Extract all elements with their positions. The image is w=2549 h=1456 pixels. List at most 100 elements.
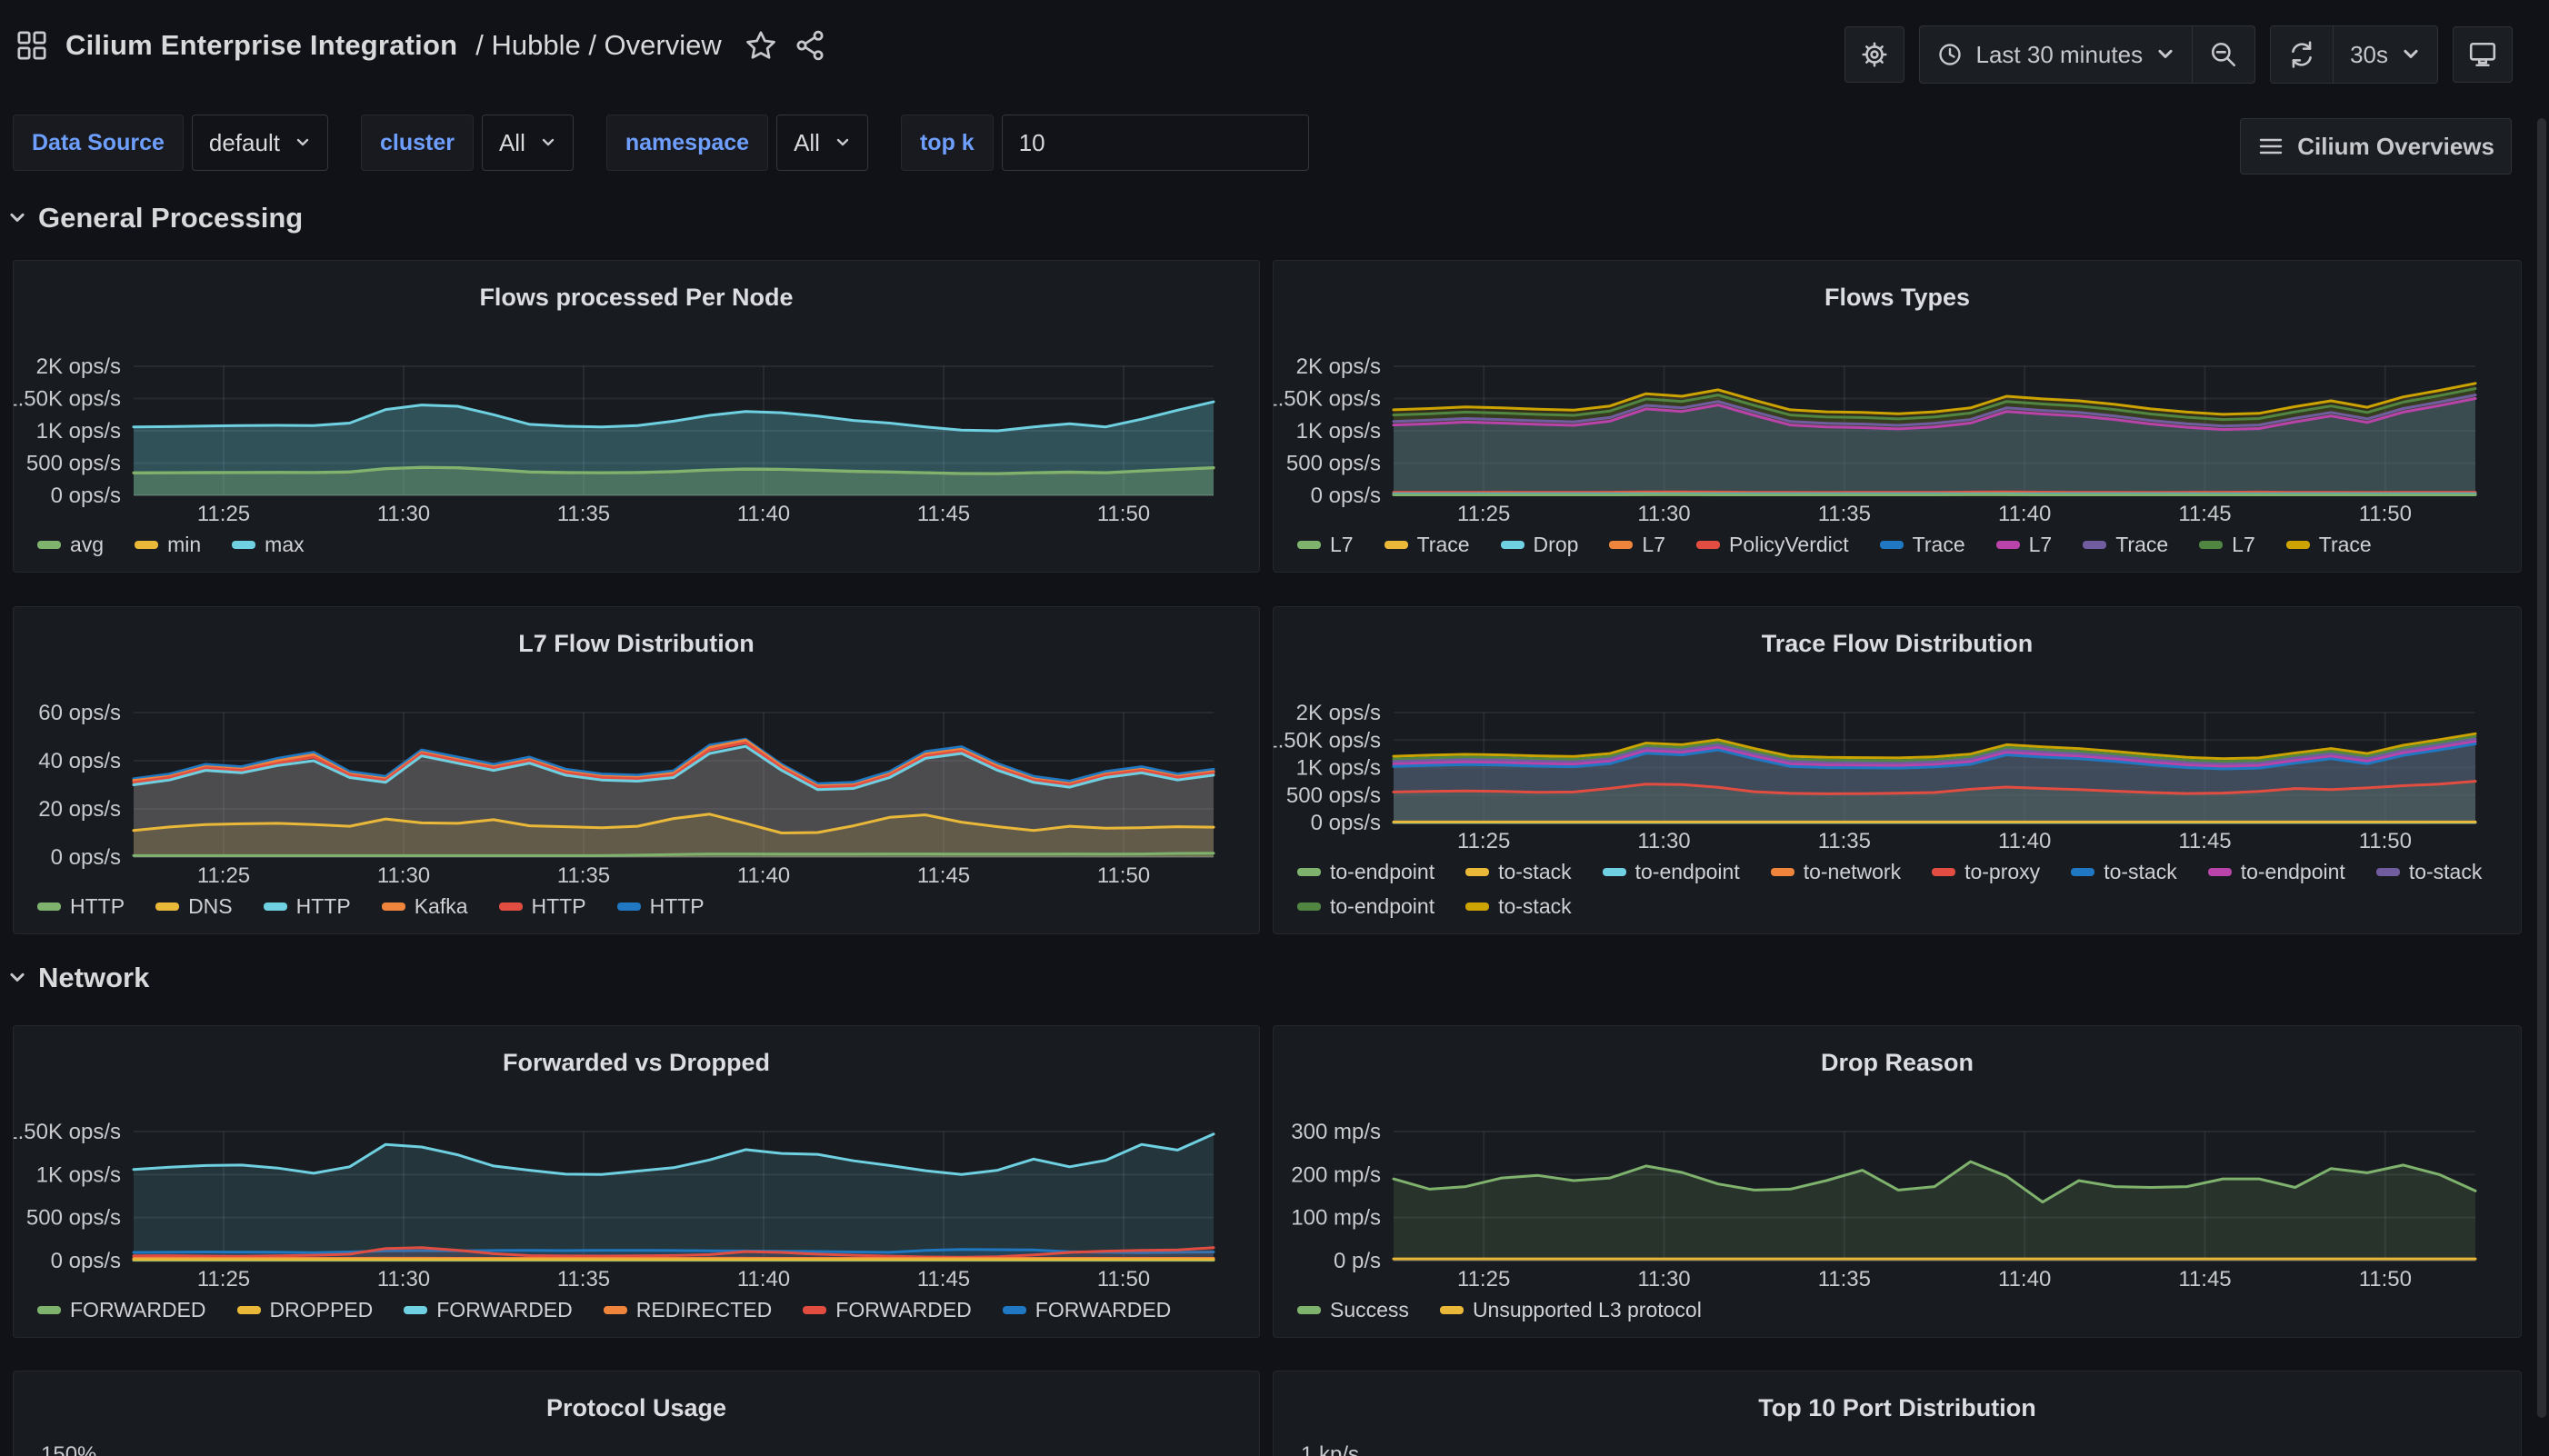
legend-label: to-stack (2104, 859, 2177, 884)
legend-item[interactable]: Success (1297, 1297, 1409, 1322)
legend-label: Kafka (415, 893, 468, 919)
refresh-button[interactable] (2271, 26, 2333, 83)
svg-text:300 mp/s: 300 mp/s (1291, 1120, 1381, 1144)
legend-label: min (167, 532, 201, 557)
dashboard-settings-button[interactable] (1844, 26, 1904, 83)
chart-area[interactable]: 11:2511:3011:3511:4011:4511:500 ops/s500… (1274, 669, 2521, 855)
chevron-down-icon (295, 135, 311, 151)
legend-item[interactable]: DNS (155, 893, 233, 919)
legend-item[interactable]: to-stack (2376, 859, 2483, 884)
panel-title[interactable]: Flows Types (1274, 261, 2521, 323)
legend-label: to-stack (1498, 893, 1572, 919)
time-range-picker[interactable]: Last 30 minutes (1920, 26, 2193, 83)
legend-swatch (1384, 541, 1408, 549)
legend-item[interactable]: PolicyVerdict (1696, 532, 1849, 557)
apps-grid-icon[interactable] (16, 30, 47, 61)
panel-title[interactable]: L7 Flow Distribution (14, 607, 1259, 669)
svg-text:11:40: 11:40 (1998, 829, 2051, 853)
panel-title[interactable]: Protocol Usage (14, 1371, 1259, 1433)
panel-title[interactable]: Trace Flow Distribution (1274, 607, 2521, 669)
legend-label: HTTP (650, 893, 705, 919)
legend-item[interactable]: min (135, 532, 201, 557)
legend-item[interactable]: to-network (1771, 859, 1901, 884)
gear-icon (1860, 40, 1889, 69)
svg-text:60 ops/s: 60 ops/s (38, 701, 121, 725)
legend-label: Success (1330, 1297, 1409, 1322)
legend-item[interactable]: Drop (1501, 532, 1579, 557)
legend-item[interactable]: L7 (1609, 532, 1665, 557)
y-tick-label: 1 kp/s (1301, 1442, 1359, 1456)
legend-swatch (1771, 868, 1794, 876)
legend-label: FORWARDED (70, 1297, 206, 1322)
legend-item[interactable]: FORWARDED (404, 1297, 573, 1322)
legend-swatch (37, 1306, 61, 1314)
panel-protocol-usage: Protocol Usage 150% (13, 1371, 1260, 1456)
zoom-out-button[interactable] (2193, 26, 2254, 83)
namespace-dropdown[interactable]: All (776, 115, 868, 171)
legend-item[interactable]: FORWARDED (803, 1297, 972, 1322)
legend-item[interactable]: HTTP (617, 893, 705, 919)
chart-area[interactable]: 11:2511:3011:3511:4011:4511:500 ops/s500… (1274, 323, 2521, 528)
chart-area[interactable] (14, 1433, 1259, 1456)
chart-area[interactable]: 11:2511:3011:3511:4011:4511:500 ops/s20 … (14, 669, 1259, 890)
svg-text:11:25: 11:25 (1457, 1267, 1510, 1291)
legend-swatch (617, 903, 641, 911)
section-general-processing[interactable]: General Processing (7, 202, 303, 234)
legend-item[interactable]: Trace (2083, 532, 2168, 557)
legend-item[interactable]: Trace (1384, 532, 1470, 557)
legend-swatch (604, 1306, 627, 1314)
kiosk-mode-button[interactable] (2453, 26, 2513, 83)
legend-item[interactable]: Trace (1880, 532, 1965, 557)
legend-item[interactable]: FORWARDED (1003, 1297, 1172, 1322)
legend-item[interactable]: HTTP (499, 893, 586, 919)
legend-swatch (1696, 541, 1720, 549)
data-source-dropdown[interactable]: default (192, 115, 328, 171)
svg-text:11:35: 11:35 (557, 502, 610, 526)
legend-item[interactable]: to-stack (1465, 859, 1572, 884)
chart-area[interactable] (1274, 1433, 2521, 1456)
legend-item[interactable]: to-stack (2071, 859, 2177, 884)
legend-item[interactable]: HTTP (264, 893, 351, 919)
legend-item[interactable]: to-stack (1465, 893, 1572, 919)
chart-area[interactable]: 11:2511:3011:3511:4011:4511:500 ops/s500… (14, 323, 1259, 528)
cilium-overviews-button[interactable]: Cilium Overviews (2240, 118, 2512, 175)
legend-item[interactable]: to-endpoint (1297, 893, 1434, 919)
legend-item[interactable]: HTTP (37, 893, 125, 919)
legend-item[interactable]: to-endpoint (1297, 859, 1434, 884)
legend-item[interactable]: Unsupported L3 protocol (1440, 1297, 1702, 1322)
chart-area[interactable]: 11:2511:3011:3511:4011:4511:500 ops/s500… (14, 1088, 1259, 1293)
vertical-scrollbar-thumb[interactable] (2537, 118, 2546, 1418)
legend-item[interactable]: REDIRECTED (604, 1297, 773, 1322)
legend-item[interactable]: to-proxy (1932, 859, 2040, 884)
legend-item[interactable]: to-endpoint (2208, 859, 2345, 884)
star-icon[interactable] (745, 30, 776, 61)
panel-title[interactable]: Drop Reason (1274, 1026, 2521, 1088)
legend-item[interactable]: avg (37, 532, 104, 557)
legend-swatch (264, 903, 287, 911)
legend-item[interactable]: Trace (2286, 532, 2372, 557)
refresh-interval-picker[interactable]: 30s (2334, 26, 2437, 83)
legend-item[interactable]: Kafka (382, 893, 468, 919)
time-picker-group: Last 30 minutes (1919, 25, 2256, 84)
panel-forwarded-vs-dropped: Forwarded vs Dropped 11:2511:3011:3511:4… (13, 1025, 1260, 1338)
legend-item[interactable]: max (232, 532, 304, 557)
svg-text:11:25: 11:25 (1457, 502, 1510, 526)
legend-item[interactable]: FORWARDED (37, 1297, 206, 1322)
legend-item[interactable]: to-endpoint (1603, 859, 1740, 884)
svg-text:11:40: 11:40 (1998, 502, 2051, 526)
panel-title[interactable]: Top 10 Port Distribution (1274, 1371, 2521, 1433)
chart-area[interactable]: 11:2511:3011:3511:4011:4511:500 p/s100 m… (1274, 1088, 2521, 1293)
legend-item[interactable]: L7 (1297, 532, 1354, 557)
legend-item[interactable]: L7 (1996, 532, 2053, 557)
legend-item[interactable]: L7 (2199, 532, 2255, 557)
svg-text:500 ops/s: 500 ops/s (1286, 452, 1381, 476)
cluster-dropdown[interactable]: All (482, 115, 574, 171)
legend-item[interactable]: DROPPED (237, 1297, 374, 1322)
panel-title[interactable]: Forwarded vs Dropped (14, 1026, 1259, 1088)
top-k-input[interactable]: 10 (1002, 115, 1309, 171)
section-network[interactable]: Network (7, 962, 149, 994)
share-icon[interactable] (795, 30, 825, 61)
grafana-dashboard: Cilium Enterprise Integration / Hubble /… (0, 0, 2549, 1456)
panel-title[interactable]: Flows processed Per Node (14, 261, 1259, 323)
legend-label: HTTP (70, 893, 125, 919)
